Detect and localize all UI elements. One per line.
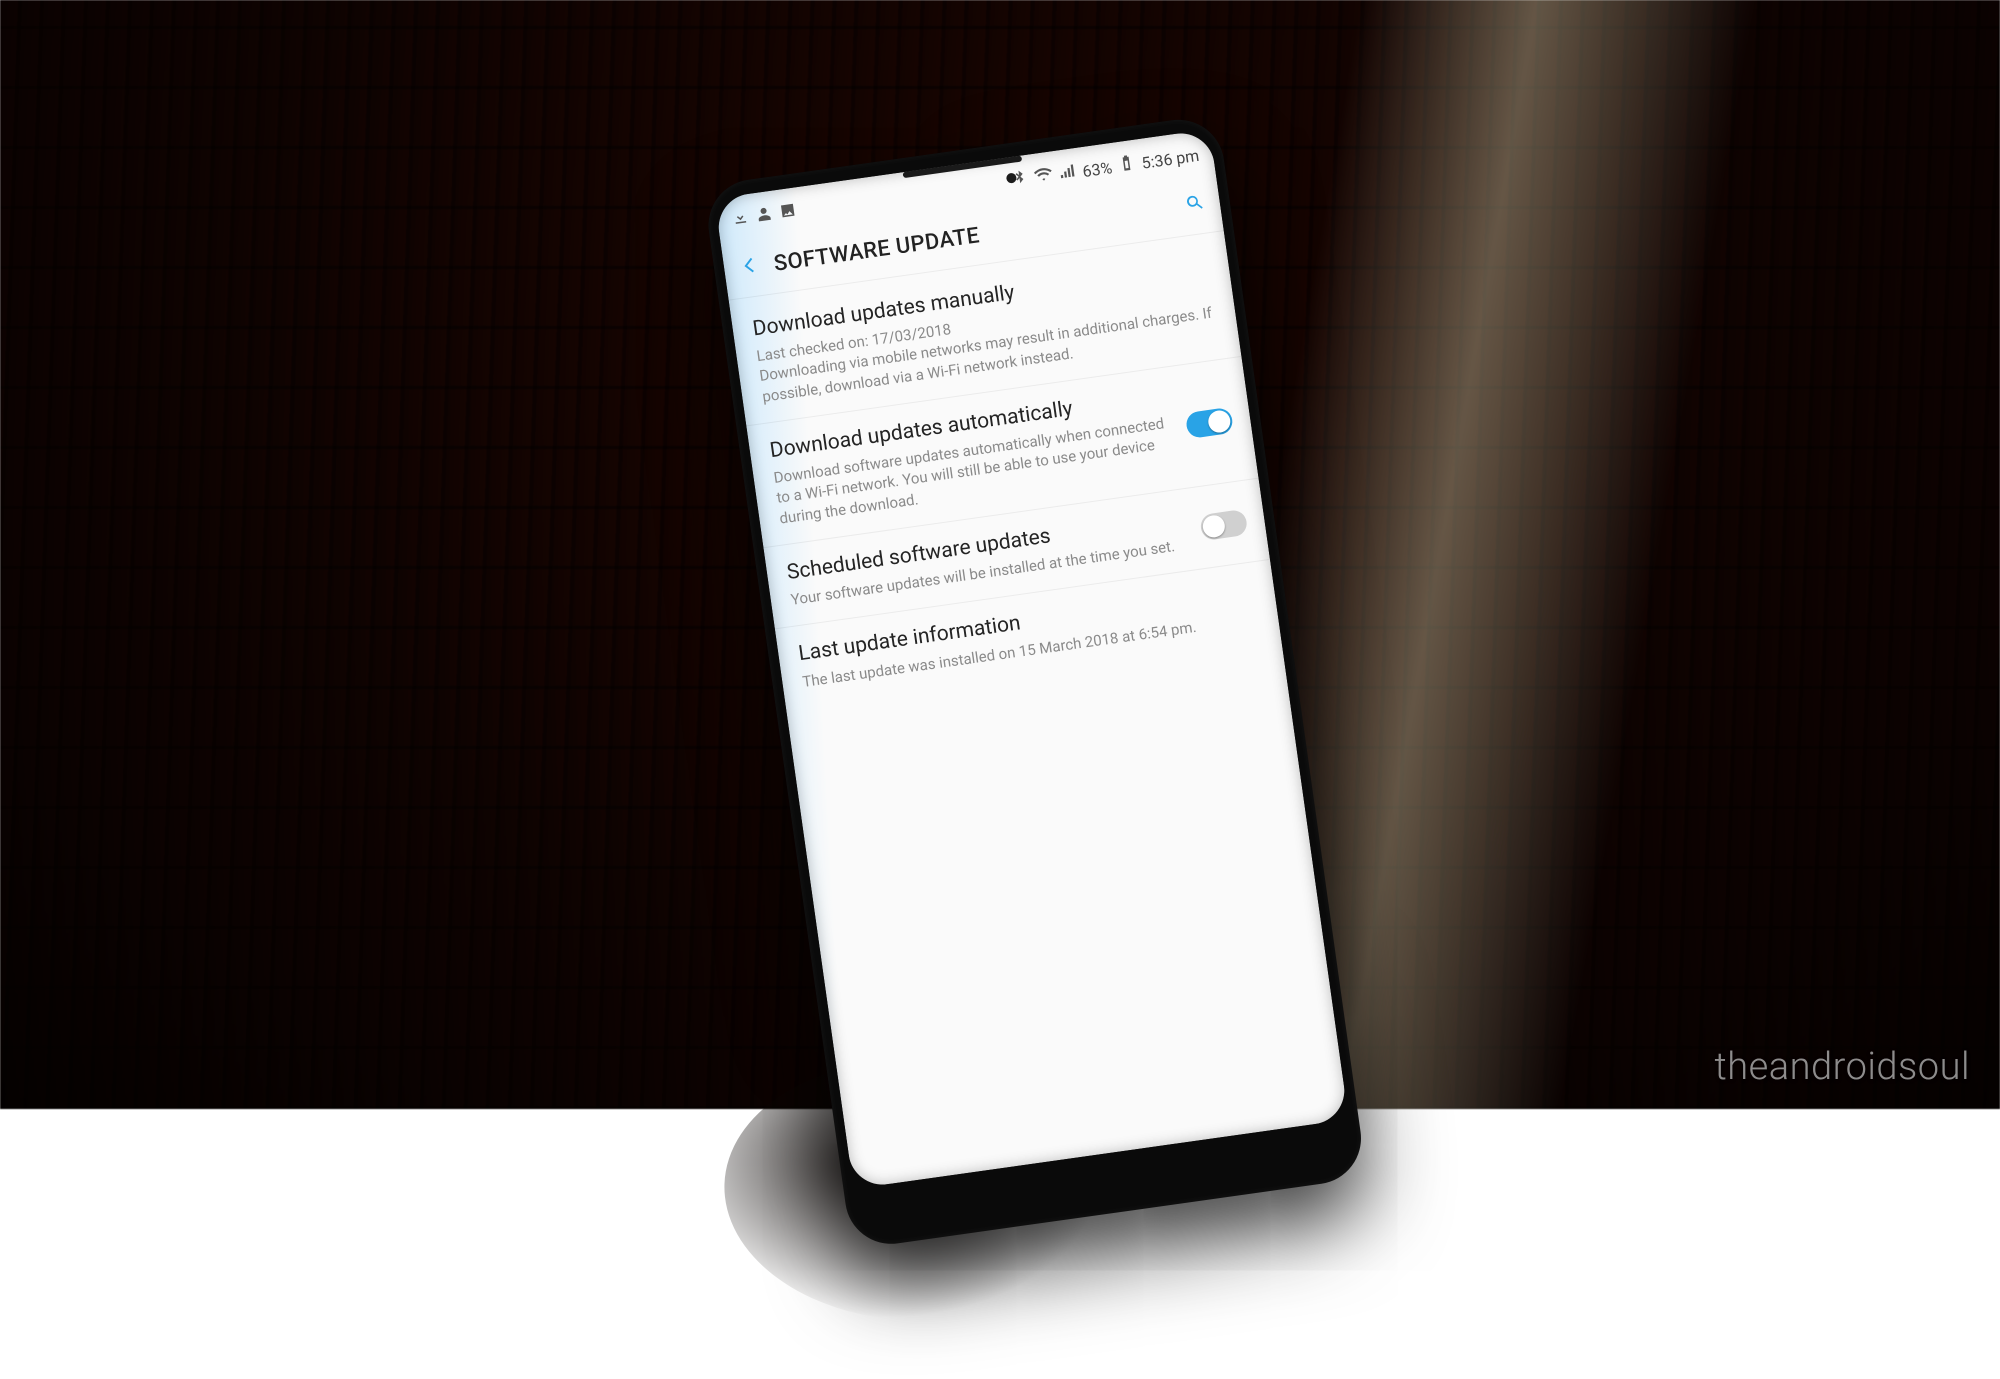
toggle-auto-download[interactable] [1185,407,1234,439]
wifi-icon [1034,164,1055,188]
battery-icon [1116,153,1137,177]
download-icon [730,207,751,232]
toggle-scheduled[interactable] [1199,508,1248,540]
image-icon [778,200,799,225]
watermark-text: theandroidsoul [1715,1045,1970,1089]
status-clock: 5:36 pm [1140,145,1200,172]
page-title: SOFTWARE UPDATE [772,223,981,277]
signal-icon [1057,161,1078,185]
search-icon[interactable] [1182,190,1207,219]
account-icon [754,203,775,228]
back-icon[interactable] [737,253,762,282]
battery-percent: 63% [1081,158,1113,181]
